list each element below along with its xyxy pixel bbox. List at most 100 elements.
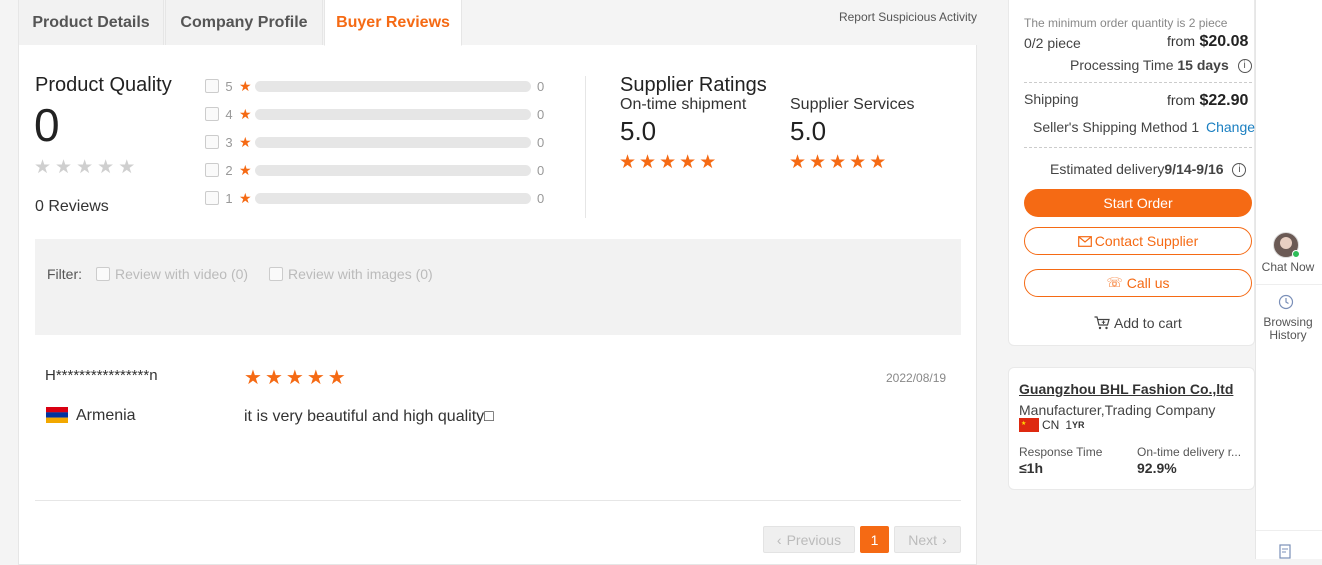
star-icon: ★ <box>619 152 637 173</box>
star-icon: ★ <box>679 152 697 173</box>
processing-value: 15 days <box>1177 57 1229 73</box>
tab-company-profile[interactable]: Company Profile <box>165 0 323 46</box>
company-origin: ★ CN 1 YR <box>1019 418 1085 432</box>
mail-icon <box>1077 235 1092 247</box>
filter-video-label: Review with video (0) <box>115 266 249 282</box>
star-icon: ★ <box>239 161 252 178</box>
rating-5-checkbox[interactable] <box>205 79 219 93</box>
rating-count: 0 <box>537 134 545 150</box>
product-quality-stars: ★ ★ ★ ★ ★ <box>34 158 135 178</box>
rating-row-5: 5 ★ 0 <box>205 76 544 96</box>
years-unit: YR <box>1072 420 1085 430</box>
ontime-delivery-value: 92.9% <box>1137 460 1177 476</box>
rating-4-checkbox[interactable] <box>205 107 219 121</box>
product-quality-score: 0 <box>34 99 60 151</box>
divider <box>1256 284 1322 285</box>
info-icon[interactable]: i <box>1232 163 1247 178</box>
divider <box>1024 82 1252 83</box>
chat-avatar[interactable] <box>1273 232 1300 258</box>
star-icon: ★ <box>639 152 657 173</box>
star-icon: ★ <box>869 152 887 173</box>
company-name-link[interactable]: Guangzhou BHL Fashion Co.,ltd <box>1019 381 1233 397</box>
add-to-cart-button[interactable]: Add to cart <box>1094 315 1182 331</box>
pagination-page-1[interactable]: 1 <box>860 526 889 553</box>
star-empty-icon: ★ <box>76 157 94 178</box>
rating-bar <box>255 164 531 176</box>
rating-count: 0 <box>537 106 545 122</box>
shipping-price-value: $22.90 <box>1199 92 1249 109</box>
ontime-delivery-label: On-time delivery r... <box>1137 445 1242 459</box>
product-quality-title: Product Quality <box>35 74 172 96</box>
rating-count: 0 <box>537 162 545 178</box>
report-suspicious-link[interactable]: Report Suspicious Activity <box>839 10 977 24</box>
filter-video-option[interactable]: Review with video (0) <box>96 266 248 282</box>
star-empty-icon: ★ <box>97 157 115 178</box>
rating-star-number: 1 <box>225 190 233 206</box>
star-icon: ★ <box>239 133 252 150</box>
review-count: 0 Reviews <box>35 198 109 215</box>
rating-count: 0 <box>537 78 545 94</box>
filter-video-checkbox[interactable] <box>96 267 110 281</box>
next-label: Next <box>908 531 938 548</box>
pagination-next-button[interactable]: Next › <box>894 526 961 553</box>
price-value: $20.08 <box>1199 33 1249 50</box>
from-label: from <box>1167 33 1195 49</box>
star-icon: ★ <box>809 152 827 173</box>
rating-1-checkbox[interactable] <box>205 191 219 205</box>
rating-bar <box>255 136 531 148</box>
response-time-label: Response Time <box>1019 445 1103 459</box>
tab-product-details[interactable]: Product Details <box>18 0 164 46</box>
filter-images-label: Review with images (0) <box>288 266 433 282</box>
filter-label: Filter: <box>47 266 82 282</box>
info-icon[interactable]: i <box>1237 59 1252 74</box>
rating-star-number: 3 <box>225 134 233 150</box>
rating-bar <box>255 108 531 120</box>
supplier-services-label: Supplier Services <box>790 96 915 113</box>
ontime-shipment-score: 5.0 <box>620 116 657 146</box>
supplier-services-stars: ★ ★ ★ ★ ★ <box>789 153 886 173</box>
chat-now-link[interactable]: Chat Now <box>1256 261 1320 274</box>
divider <box>1256 530 1322 531</box>
chevron-left-icon: ‹ <box>776 531 782 548</box>
start-order-button[interactable]: Start Order <box>1024 189 1252 217</box>
est-delivery-label: Estimated delivery <box>1050 161 1165 177</box>
feedback-icon[interactable] <box>1279 544 1293 559</box>
armenia-flag-icon <box>46 407 68 423</box>
country-code: CN <box>1042 418 1060 432</box>
browsing-history-link[interactable]: Browsing History <box>1256 316 1320 342</box>
filter-images-option[interactable]: Review with images (0) <box>269 266 433 282</box>
filter-images-checkbox[interactable] <box>269 267 283 281</box>
star-icon: ★ <box>244 367 262 389</box>
star-icon: ★ <box>239 77 252 94</box>
rating-count: 0 <box>537 190 545 206</box>
rating-3-checkbox[interactable] <box>205 135 219 149</box>
unit-price: from $20.08 <box>1167 33 1248 51</box>
divider <box>1024 147 1252 148</box>
tab-buyer-reviews[interactable]: Buyer Reviews <box>324 0 462 46</box>
rating-bar <box>255 80 531 92</box>
order-quantity: 0/2 piece <box>1024 35 1081 51</box>
rating-row-3: 3 ★ 0 <box>205 132 544 152</box>
min-order-notice: The minimum order quantity is 2 piece <box>1024 16 1228 30</box>
rating-2-checkbox[interactable] <box>205 163 219 177</box>
rating-row-2: 2 ★ 0 <box>205 160 544 180</box>
right-rail <box>1255 0 1322 559</box>
add-to-cart-label: Add to cart <box>1114 315 1182 331</box>
call-us-button[interactable]: ☏ Call us <box>1024 269 1252 297</box>
rating-bar <box>255 192 531 204</box>
reviewer-name: H****************n <box>45 367 158 384</box>
change-shipping-link[interactable]: Change <box>1206 119 1255 135</box>
phone-icon: ☏ <box>1106 275 1123 290</box>
cart-icon <box>1094 316 1110 330</box>
star-icon: ★ <box>849 152 867 173</box>
contact-supplier-button[interactable]: Contact Supplier <box>1024 227 1252 255</box>
rating-star-number: 2 <box>225 162 233 178</box>
shipping-label: Shipping <box>1024 91 1079 107</box>
from-label: from <box>1167 92 1195 108</box>
previous-label: Previous <box>786 531 842 548</box>
company-type: Manufacturer,Trading Company <box>1019 402 1216 418</box>
rating-row-1: 1 ★ 0 <box>205 188 544 208</box>
pagination-previous-button[interactable]: ‹ Previous <box>763 526 855 553</box>
star-icon: ★ <box>239 105 252 122</box>
rating-star-number: 5 <box>225 78 233 94</box>
